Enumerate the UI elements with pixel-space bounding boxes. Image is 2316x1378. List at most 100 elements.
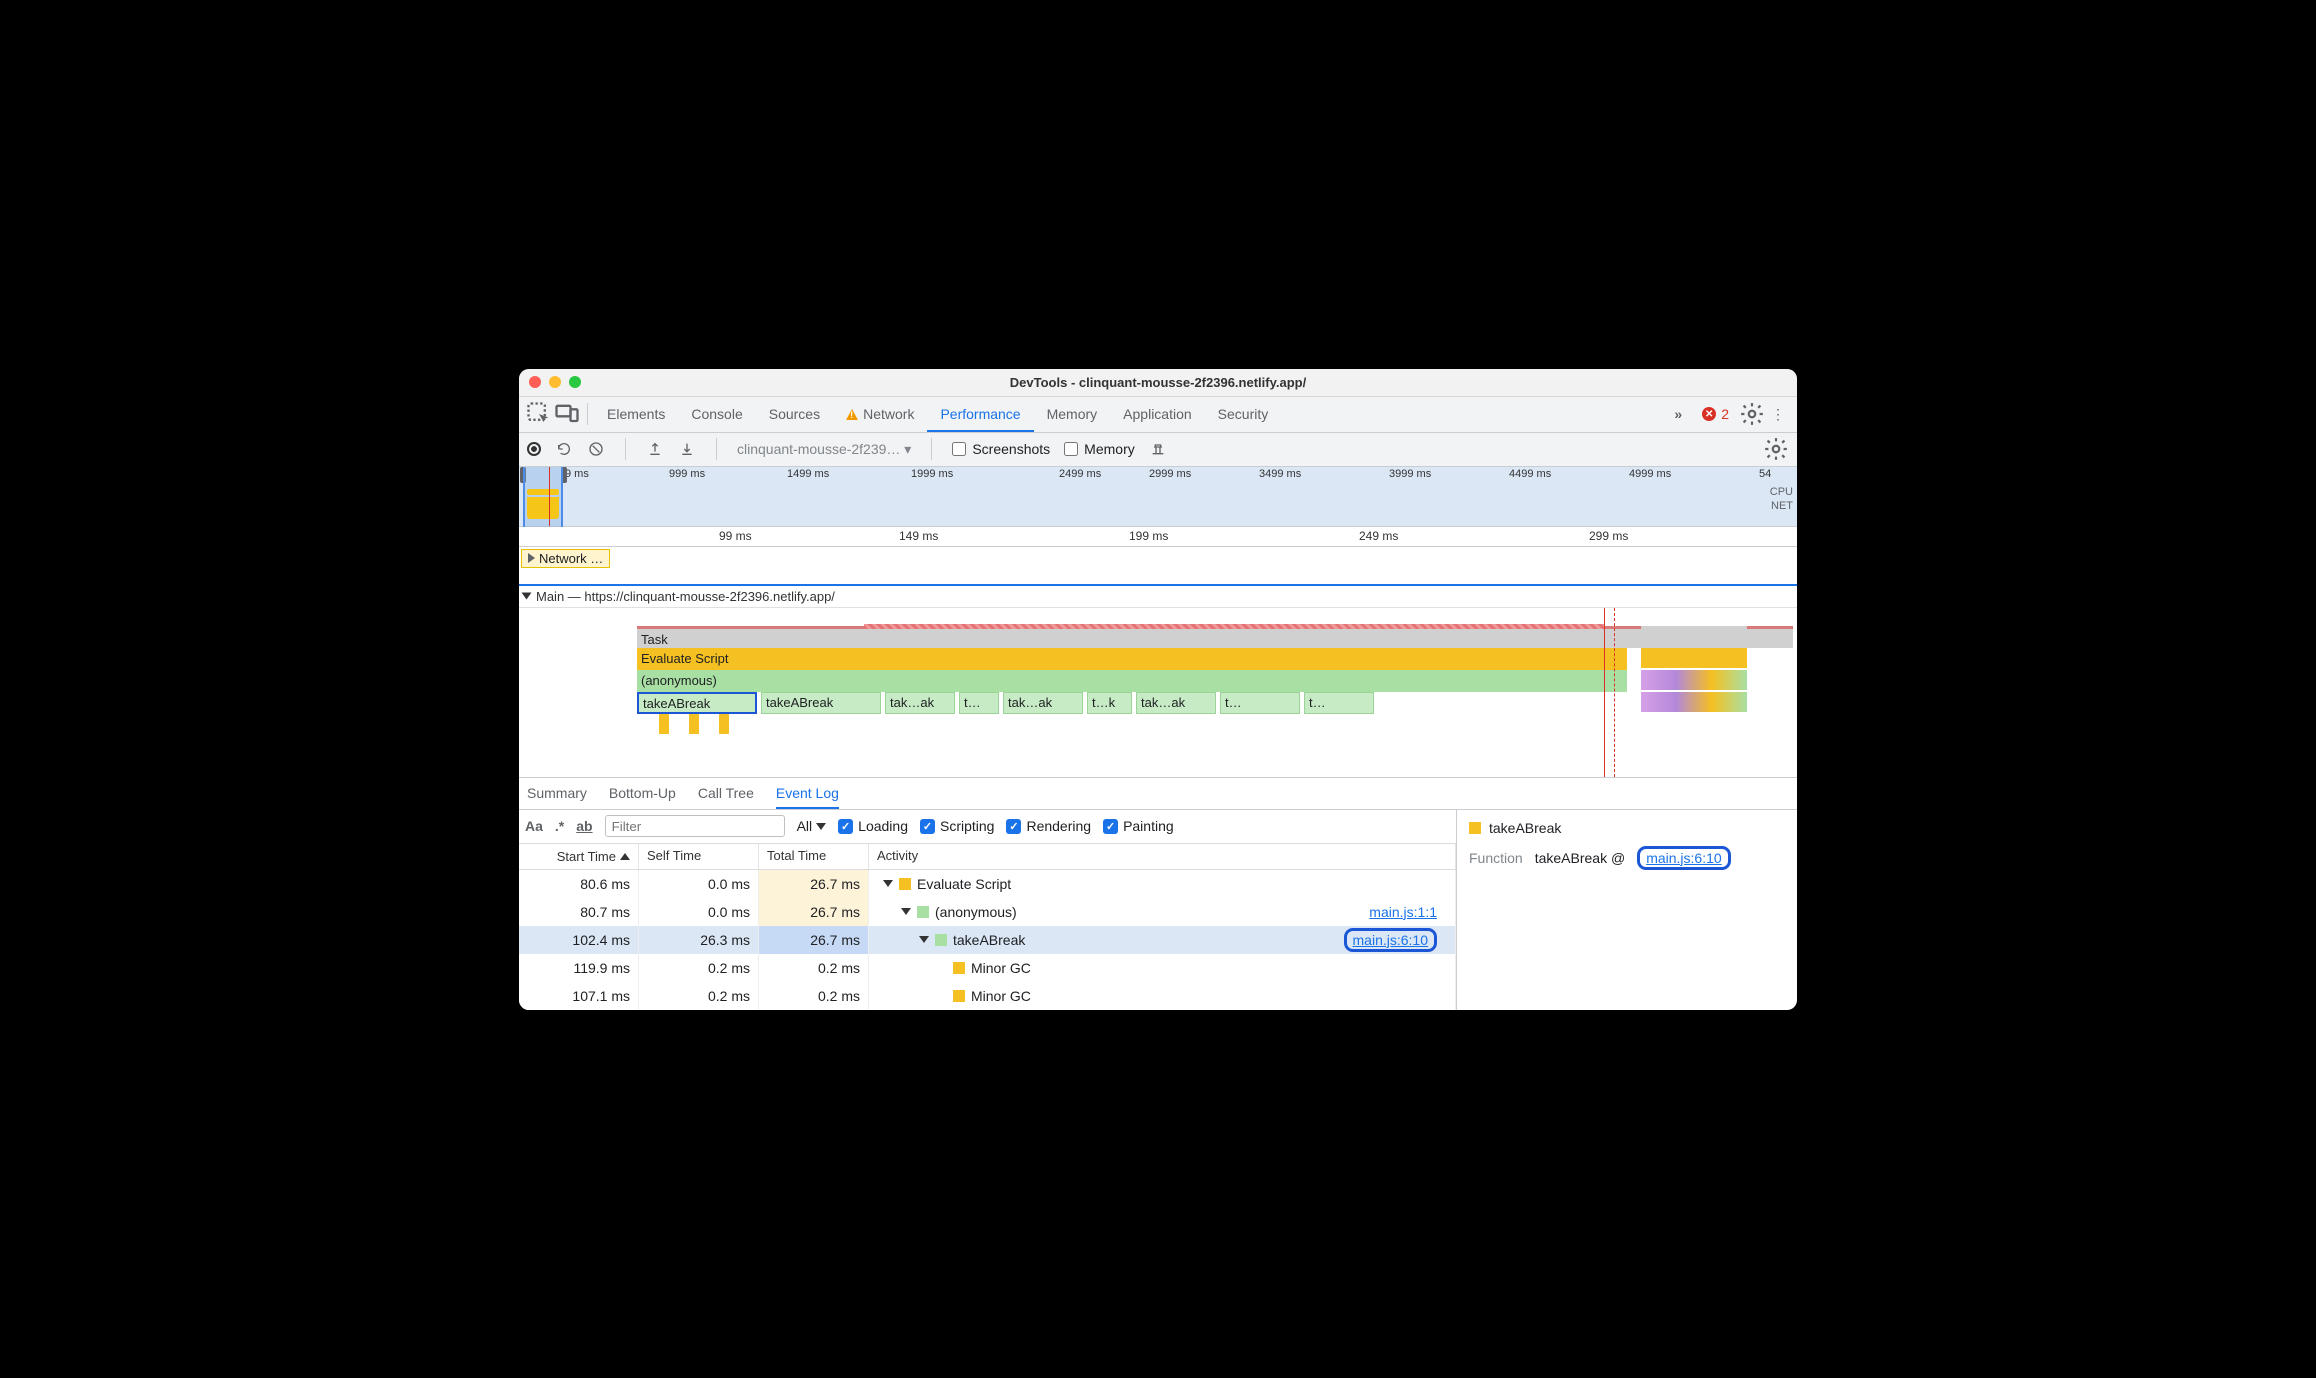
flame-evaluate-script[interactable]: Evaluate Script bbox=[637, 648, 1627, 670]
flame-call[interactable]: t…k bbox=[1087, 692, 1132, 714]
flame-call[interactable]: tak…ak bbox=[1136, 692, 1216, 714]
flame-side-tasks bbox=[1641, 626, 1747, 746]
error-icon: ✕ bbox=[1702, 407, 1716, 421]
activity-label: takeABreak bbox=[953, 932, 1025, 948]
tab-summary[interactable]: Summary bbox=[527, 777, 587, 809]
expand-triangle-icon[interactable] bbox=[919, 936, 929, 943]
zoom-icon[interactable] bbox=[569, 376, 581, 388]
selection-title: takeABreak bbox=[1489, 820, 1561, 836]
activity-label: Minor GC bbox=[971, 988, 1031, 1004]
event-log-filterbar: Aa .* ab All ✓Loading ✓Scripting ✓Render… bbox=[519, 810, 1456, 844]
divider bbox=[625, 438, 626, 460]
tab-application[interactable]: Application bbox=[1110, 396, 1205, 432]
flame-call[interactable]: takeABreak bbox=[761, 692, 881, 714]
tab-bottom-up[interactable]: Bottom-Up bbox=[609, 777, 676, 809]
minimize-icon[interactable] bbox=[549, 376, 561, 388]
source-link-highlighted[interactable]: main.js:6:10 bbox=[1637, 846, 1730, 870]
titlebar[interactable]: DevTools - clinquant-mousse-2f2396.netli… bbox=[519, 369, 1797, 397]
loading-checkbox[interactable]: ✓Loading bbox=[838, 818, 908, 834]
painting-checkbox[interactable]: ✓Painting bbox=[1103, 818, 1174, 834]
selection-detail-pane: takeABreak Function takeABreak @ main.js… bbox=[1457, 810, 1797, 1010]
category-swatch-icon bbox=[953, 990, 965, 1002]
tab-memory[interactable]: Memory bbox=[1034, 396, 1111, 432]
event-log-row[interactable]: 119.9 ms0.2 ms0.2 msMinor GC bbox=[519, 954, 1456, 982]
col-total-time[interactable]: Total Time bbox=[759, 844, 869, 869]
flame-call[interactable]: tak…ak bbox=[1003, 692, 1083, 714]
divider bbox=[716, 438, 717, 460]
chevron-down-icon bbox=[816, 823, 826, 830]
activity-label: (anonymous) bbox=[935, 904, 1017, 920]
window-title: DevTools - clinquant-mousse-2f2396.netli… bbox=[1010, 375, 1306, 390]
source-link[interactable]: main.js:6:10 bbox=[1353, 932, 1428, 948]
tab-network[interactable]: Network bbox=[833, 396, 927, 432]
expand-triangle-icon bbox=[528, 553, 535, 563]
flame-task[interactable]: Task bbox=[637, 626, 1793, 648]
col-start-time[interactable]: Start Time bbox=[519, 844, 639, 869]
screenshots-checkbox[interactable]: Screenshots bbox=[952, 441, 1050, 457]
memory-checkbox[interactable]: Memory bbox=[1064, 441, 1135, 457]
col-activity[interactable]: Activity bbox=[869, 844, 1456, 869]
kebab-menu-icon[interactable]: ⋮ bbox=[1765, 401, 1791, 427]
timeline-overview[interactable]: 9 ms 999 ms 1499 ms 1999 ms 2499 ms 2999… bbox=[519, 467, 1797, 527]
tab-performance[interactable]: Performance bbox=[927, 396, 1033, 432]
garbage-collect-icon[interactable] bbox=[1149, 440, 1167, 458]
scripting-checkbox[interactable]: ✓Scripting bbox=[920, 818, 994, 834]
flame-call[interactable]: t… bbox=[1304, 692, 1374, 714]
profile-selector[interactable]: clinquant-mousse-2f239… ▾ bbox=[737, 441, 911, 458]
source-link[interactable]: main.js:1:1 bbox=[1369, 904, 1437, 920]
reload-icon[interactable] bbox=[555, 440, 573, 458]
category-swatch-icon bbox=[1469, 822, 1481, 834]
panel-tabstrip: Elements Console Sources Network Perform… bbox=[519, 397, 1797, 433]
event-log-row[interactable]: 102.4 ms26.3 ms26.7 mstakeABreakmain.js:… bbox=[519, 926, 1456, 954]
category-swatch-icon bbox=[935, 934, 947, 946]
event-log-row[interactable]: 80.6 ms0.0 ms26.7 msEvaluate Script bbox=[519, 870, 1456, 898]
devtools-window: DevTools - clinquant-mousse-2f2396.netli… bbox=[519, 369, 1797, 1010]
tab-console[interactable]: Console bbox=[678, 396, 755, 432]
event-log-row[interactable]: 107.1 ms0.2 ms0.2 msMinor GC bbox=[519, 982, 1456, 1010]
flame-call[interactable]: t… bbox=[959, 692, 999, 714]
event-log-row[interactable]: 80.7 ms0.0 ms26.7 ms(anonymous)main.js:1… bbox=[519, 898, 1456, 926]
tab-sources[interactable]: Sources bbox=[756, 396, 833, 432]
flame-call[interactable]: tak…ak bbox=[885, 692, 955, 714]
expand-triangle-icon[interactable] bbox=[883, 880, 893, 887]
capture-settings-gear-icon[interactable] bbox=[1763, 436, 1789, 462]
flame-anonymous[interactable]: (anonymous) bbox=[637, 670, 1627, 692]
flamechart-ruler[interactable]: 99 ms 149 ms 199 ms 249 ms 299 ms bbox=[519, 527, 1797, 547]
col-self-time[interactable]: Self Time bbox=[639, 844, 759, 869]
category-swatch-icon bbox=[899, 878, 911, 890]
clear-icon[interactable] bbox=[587, 440, 605, 458]
network-track-header[interactable]: Network … bbox=[521, 549, 610, 568]
tab-call-tree[interactable]: Call Tree bbox=[698, 777, 754, 809]
flame-call-selected[interactable]: takeABreak bbox=[637, 692, 757, 714]
function-label: Function bbox=[1469, 850, 1523, 866]
download-icon[interactable] bbox=[678, 440, 696, 458]
expand-triangle-icon[interactable] bbox=[901, 908, 911, 915]
tab-elements[interactable]: Elements bbox=[594, 396, 678, 432]
device-toolbar-icon[interactable] bbox=[553, 400, 581, 428]
record-icon[interactable] bbox=[527, 442, 541, 456]
match-whole-word-icon[interactable]: ab bbox=[576, 818, 592, 834]
event-log-body: 80.6 ms0.0 ms26.7 msEvaluate Script80.7 … bbox=[519, 870, 1456, 1010]
overview-lane-labels: CPU NET bbox=[1770, 485, 1793, 513]
tab-event-log[interactable]: Event Log bbox=[776, 777, 839, 809]
match-case-icon[interactable]: Aa bbox=[525, 818, 543, 834]
inspect-element-icon[interactable] bbox=[525, 400, 553, 428]
settings-gear-icon[interactable] bbox=[1739, 401, 1765, 427]
more-tabs-icon[interactable]: » bbox=[1664, 406, 1692, 422]
main-track-header[interactable]: Main — https://clinquant-mousse-2f2396.n… bbox=[519, 586, 1797, 608]
error-badge[interactable]: ✕ 2 bbox=[1702, 406, 1729, 422]
upload-icon[interactable] bbox=[646, 440, 664, 458]
divider bbox=[587, 403, 588, 425]
regex-icon[interactable]: .* bbox=[555, 818, 564, 834]
close-icon[interactable] bbox=[529, 376, 541, 388]
function-name: takeABreak @ bbox=[1535, 850, 1625, 866]
duration-filter[interactable]: All bbox=[797, 818, 827, 834]
event-log-pane: Aa .* ab All ✓Loading ✓Scripting ✓Render… bbox=[519, 810, 1457, 1010]
flame-call[interactable]: t… bbox=[1220, 692, 1300, 714]
timing-marker-dashed bbox=[1614, 608, 1615, 777]
rendering-checkbox[interactable]: ✓Rendering bbox=[1006, 818, 1091, 834]
filter-input[interactable] bbox=[605, 815, 785, 837]
flame-calls-row: takeABreak takeABreak tak…ak t… tak…ak t… bbox=[637, 692, 1627, 714]
tab-security[interactable]: Security bbox=[1205, 396, 1282, 432]
flamechart[interactable]: Task Evaluate Script (anonymous) takeABr… bbox=[519, 608, 1797, 778]
